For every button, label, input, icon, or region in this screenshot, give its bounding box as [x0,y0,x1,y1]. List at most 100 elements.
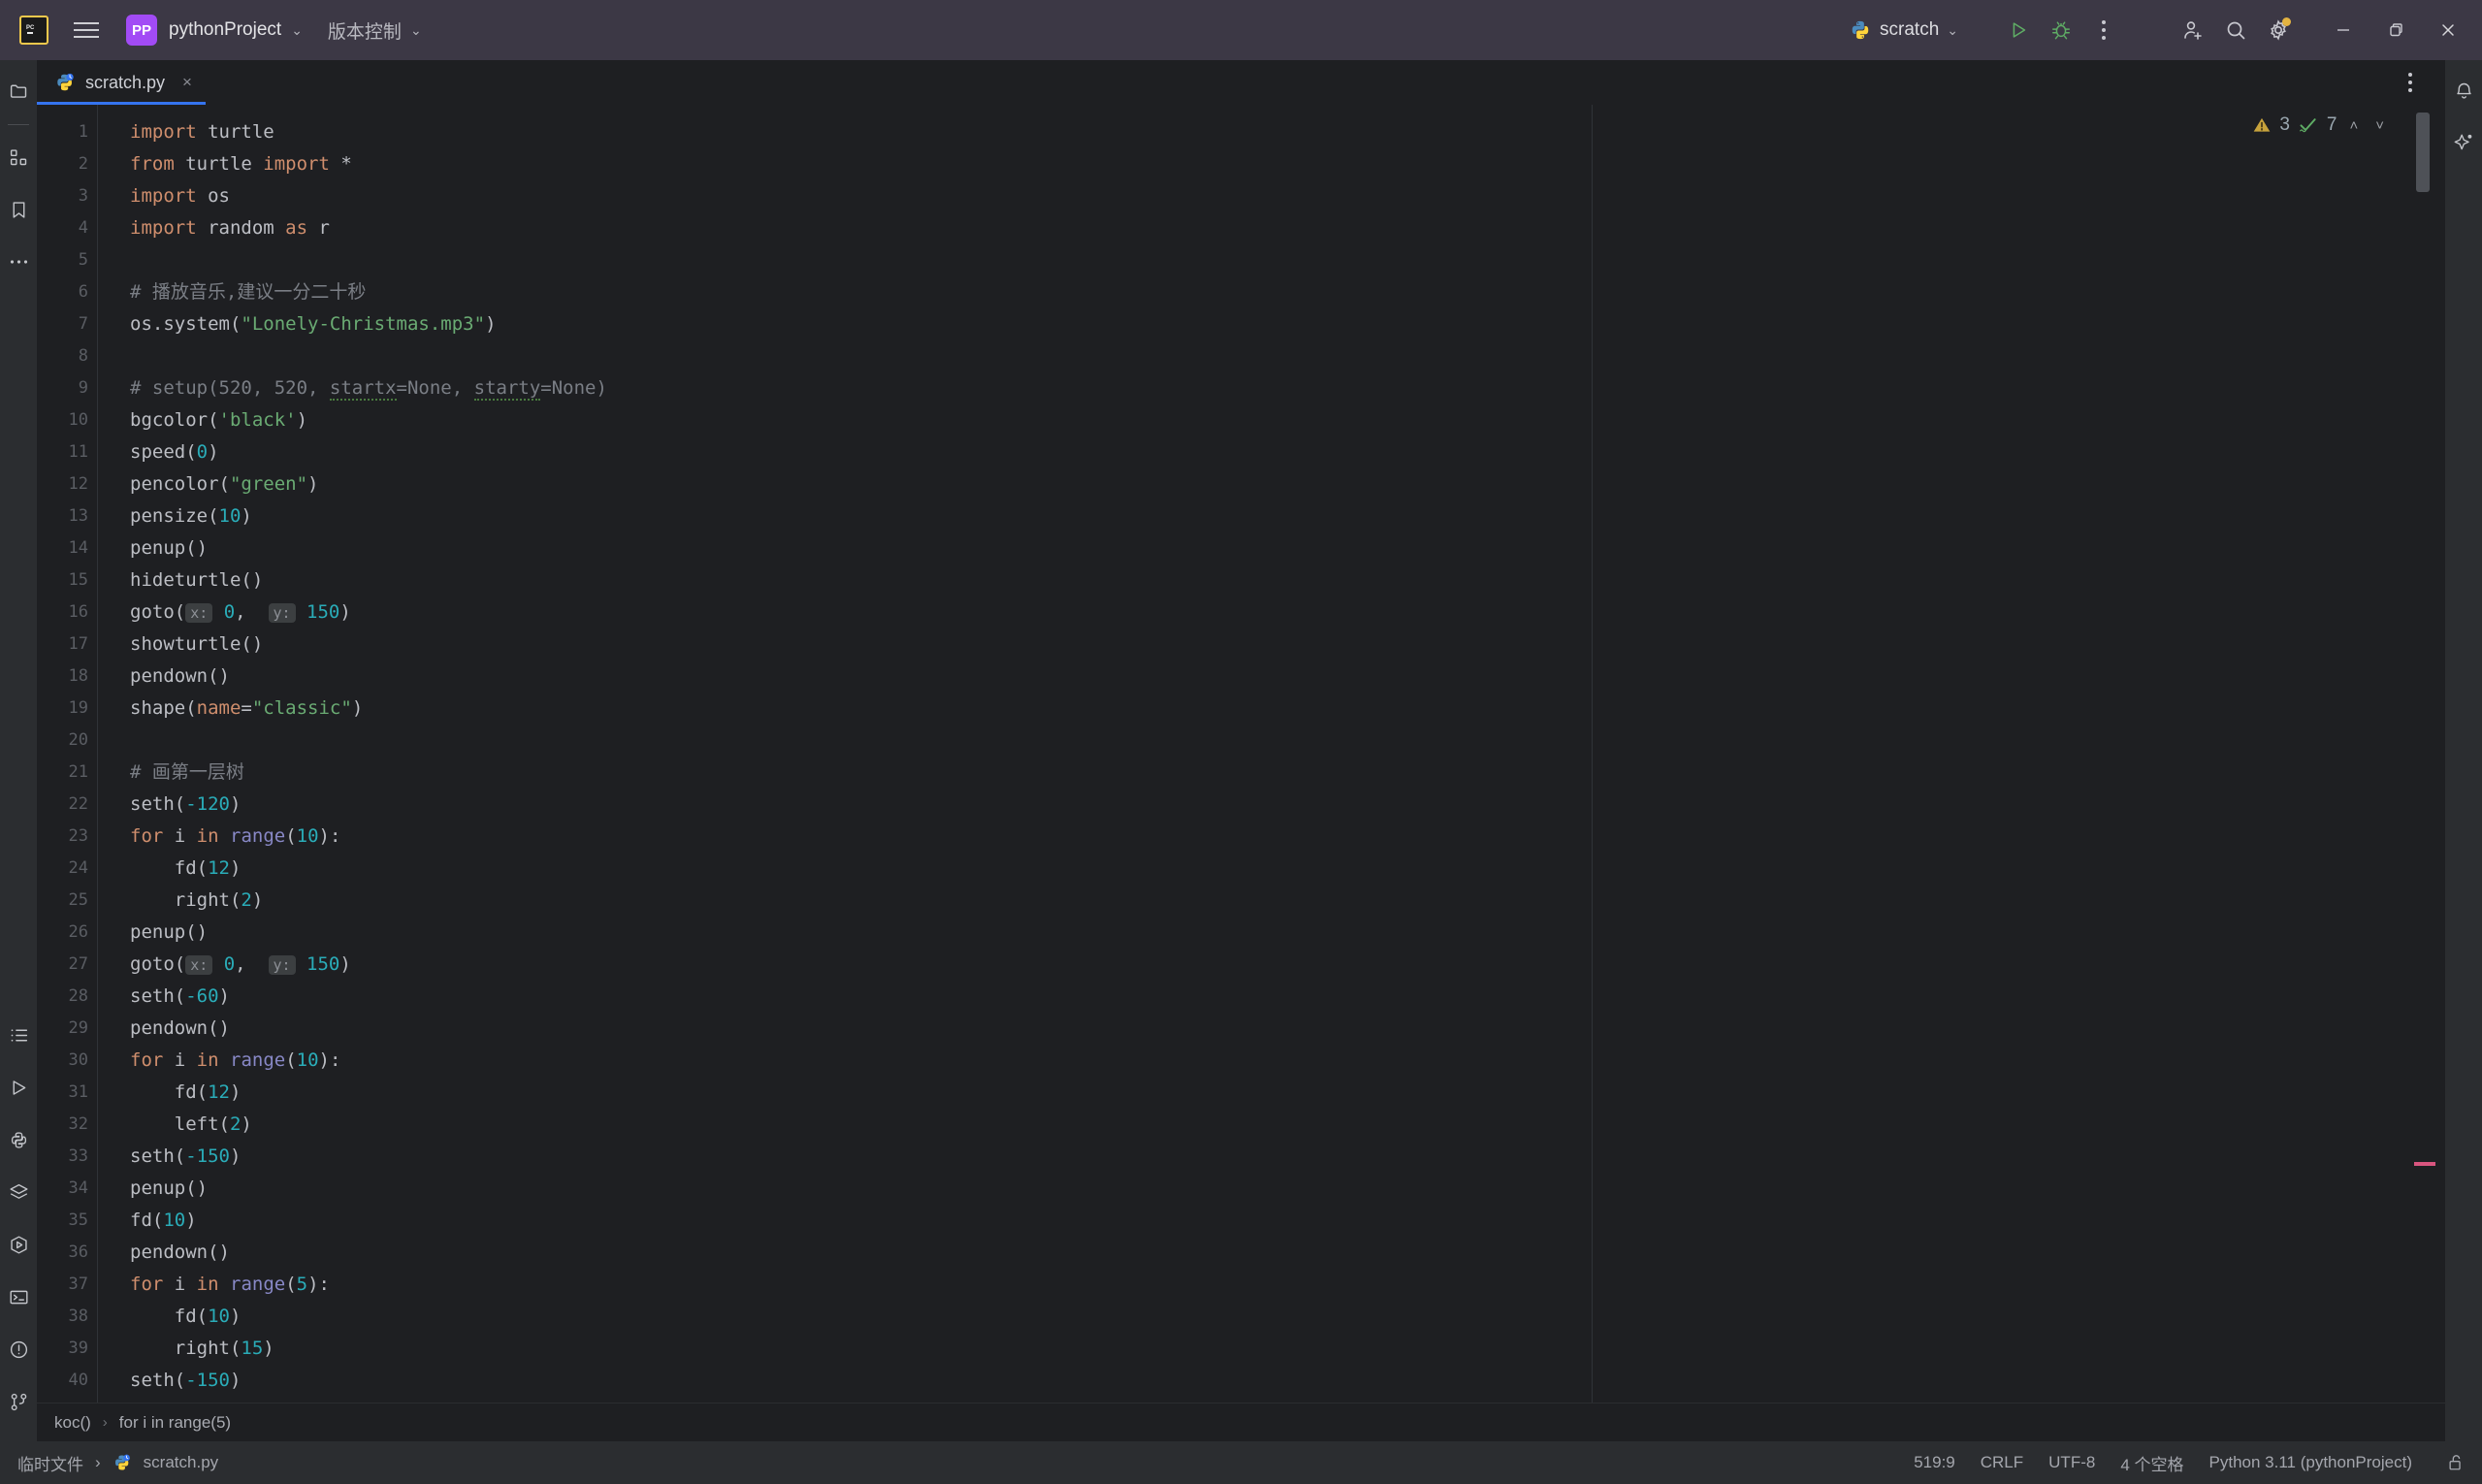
code-line[interactable]: pencolor("green") [97,468,2408,500]
minimize-icon[interactable] [2317,0,2369,60]
vcs-chevron-down-icon[interactable]: ⌄ [410,22,422,39]
tab-options-icon[interactable] [2389,61,2432,104]
hamburger-menu-icon[interactable] [70,14,103,47]
code-line[interactable]: seth(-60) [97,981,2408,1013]
code-line[interactable]: import os [97,180,2408,212]
sidebar-item-version-control[interactable] [0,1383,37,1420]
code-line[interactable]: fd(12) [97,853,2408,885]
python-interpreter[interactable]: Python 3.11 (pythonProject) [2209,1453,2412,1472]
code-line[interactable]: for i in range(5): [97,1269,2408,1301]
line-number: 36 [68,1242,88,1262]
code-line[interactable]: import random as r [97,212,2408,244]
code-line[interactable] [97,244,2408,276]
code-line[interactable]: right(15) [97,1333,2408,1365]
more-options-icon[interactable] [2082,9,2125,51]
code-line[interactable]: penup() [97,917,2408,949]
code-line[interactable]: hideturtle() [97,565,2408,597]
code-line[interactable]: # setup(520, 520, startx=None, starty=No… [97,372,2408,404]
line-number: 38 [68,1307,88,1326]
code-content[interactable]: import turtle from turtle import * import … [97,105,2408,1403]
status-scope[interactable]: 临时文件 [17,1451,83,1475]
ai-assistant-sparkle-icon[interactable] [2445,124,2482,161]
caret-position[interactable]: 519:9 [1914,1453,1955,1472]
code-lines[interactable]: import turtle from turtle import * import … [97,116,2408,1397]
breadcrumb-item-1[interactable]: for i in range(5) [119,1413,231,1433]
code-line[interactable]: for i in range(10): [97,821,2408,853]
sidebar-item-services[interactable] [0,1174,37,1210]
code-line[interactable]: showturtle() [97,629,2408,661]
status-file-name[interactable]: scratch.py [144,1453,218,1472]
code-line[interactable]: speed(0) [97,436,2408,468]
code-line[interactable] [97,725,2408,757]
code-line[interactable]: pendown() [97,661,2408,693]
sidebar-item-project[interactable] [0,72,37,109]
chevron-down-icon[interactable]: ⌄ [291,22,303,39]
sidebar-item-run[interactable] [0,1069,37,1106]
line-number: 33 [68,1146,88,1166]
code-line[interactable]: seth(-150) [97,1365,2408,1397]
code-line[interactable]: penup() [97,1173,2408,1205]
indent-setting[interactable]: 4 个空格 [2120,1451,2183,1475]
sidebar-item-python-console[interactable] [0,1121,37,1158]
code-line[interactable]: bgcolor('black') [97,404,2408,436]
code-line[interactable]: seth(-150) [97,1141,2408,1173]
breadcrumb-item-0[interactable]: koc() [54,1413,91,1433]
code-editor[interactable]: 1 2 3 4 5 6 7 8 9 10 11 12 13 14 15 16 17 18 19 20 21 22 23 24 2… [37,105,2445,1403]
next-problem-icon[interactable]: ˅ [2370,117,2389,134]
code-line[interactable]: fd(10) [97,1301,2408,1333]
code-line[interactable] [97,340,2408,372]
tab-close-icon[interactable]: × [182,73,192,92]
sidebar-item-problems[interactable] [0,1331,37,1368]
inspection-widget[interactable]: 3 7 ˄ ˅ [2252,114,2389,136]
error-stripe-mark[interactable] [2414,1162,2435,1166]
tab-scratch-py[interactable]: scratch.py × [37,60,206,105]
line-number: 29 [68,1018,88,1038]
left-tool-strip [0,60,37,1441]
code-line[interactable]: pendown() [97,1013,2408,1045]
close-icon[interactable] [2422,0,2474,60]
status-separator: › [95,1453,101,1471]
gutter-separator [97,105,98,1403]
unlocked-padlock-icon[interactable] [2443,1450,2468,1475]
code-line[interactable]: seth(-120) [97,789,2408,821]
prev-problem-icon[interactable]: ˄ [2344,117,2363,134]
settings-gear-icon[interactable] [2257,9,2300,51]
line-separator[interactable]: CRLF [1981,1453,2023,1472]
run-icon[interactable] [1997,9,2040,51]
code-line[interactable]: import turtle [97,116,2408,148]
sidebar-item-run-anything[interactable] [0,1226,37,1263]
code-line[interactable]: for i in range(10): [97,1045,2408,1077]
debug-icon[interactable] [2040,9,2082,51]
code-line[interactable]: # 画第一层树 [97,757,2408,789]
sidebar-item-terminal[interactable] [0,1278,37,1315]
maximize-icon[interactable] [2369,0,2422,60]
code-line[interactable]: from turtle import * [97,148,2408,180]
code-line[interactable]: fd(12) [97,1077,2408,1109]
code-line[interactable]: left(2) [97,1109,2408,1141]
run-configuration-selector[interactable]: scratch ⌄ [1850,19,1983,41]
search-icon[interactable] [2214,9,2257,51]
code-line[interactable]: # 播放音乐,建议一分二十秒 [97,276,2408,308]
file-encoding[interactable]: UTF-8 [2048,1453,2095,1472]
code-line[interactable]: shape(name="classic") [97,693,2408,725]
sidebar-item-more[interactable] [0,243,37,280]
code-line[interactable]: pendown() [97,1237,2408,1269]
code-line[interactable]: pensize(10) [97,500,2408,532]
code-line[interactable]: goto(x: 0, y: 150) [97,597,2408,629]
notifications-bell-icon[interactable] [2445,72,2482,109]
add-account-icon[interactable] [2172,9,2214,51]
sidebar-item-structure[interactable] [0,139,37,176]
code-line[interactable]: fd(10) [97,1205,2408,1237]
code-line[interactable]: right(2) [97,885,2408,917]
editor-scrollbar[interactable] [2408,105,2445,1403]
sidebar-item-todo[interactable] [0,1016,37,1053]
project-badge: PP [126,15,157,46]
code-line[interactable]: goto(x: 0, y: 150) [97,949,2408,981]
run-config-chevron-down-icon[interactable]: ⌄ [1947,22,1958,39]
code-line[interactable]: os.system("Lonely-Christmas.mp3") [97,308,2408,340]
code-line[interactable]: penup() [97,532,2408,565]
sidebar-item-bookmarks[interactable] [0,191,37,228]
project-name[interactable]: pythonProject [169,19,281,41]
scrollbar-thumb[interactable] [2416,113,2430,192]
vcs-label[interactable]: 版本控制 [328,17,402,44]
